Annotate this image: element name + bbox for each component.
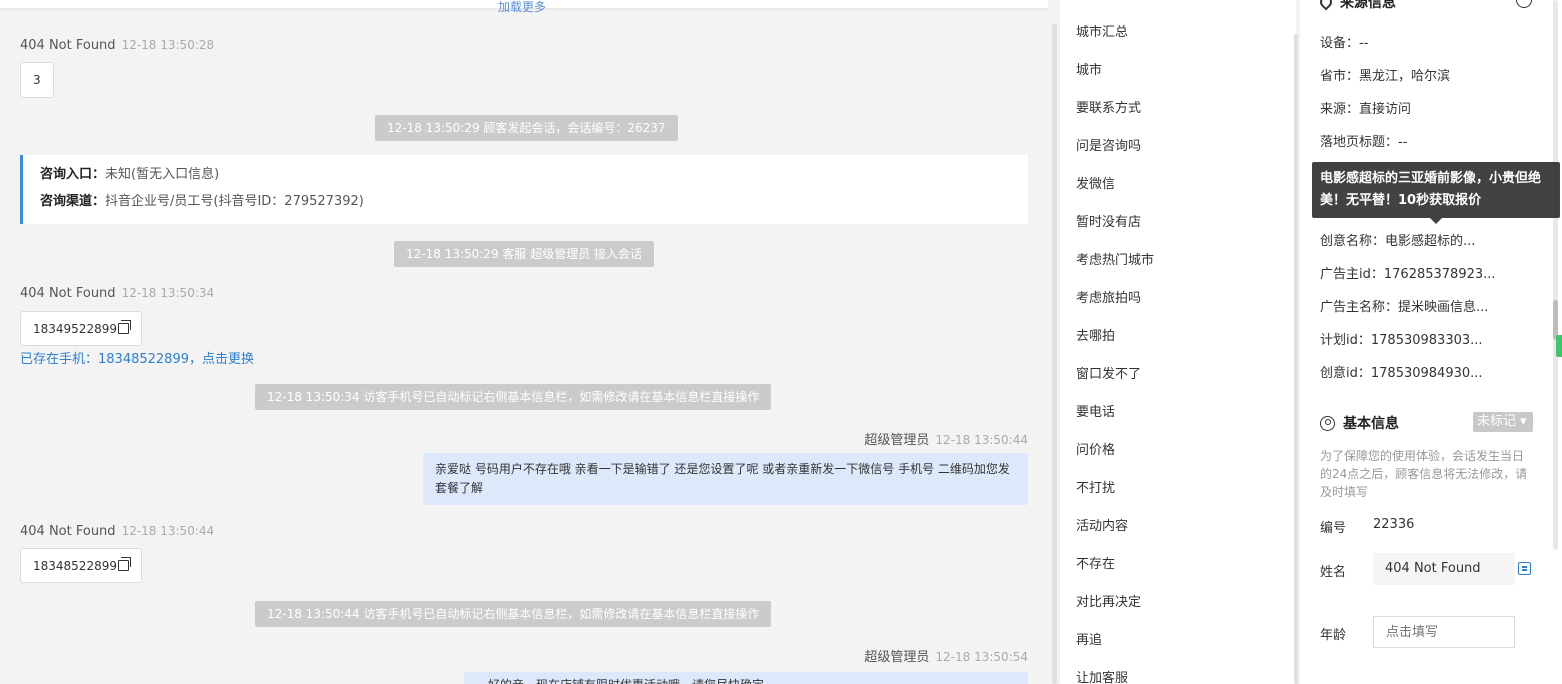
phrase-item[interactable]: 窗口发不了 (1076, 363, 1141, 382)
agent-message: …好的亲，现在店铺有限时优惠活动哦，请您尽快确定… (464, 672, 1028, 684)
creative-name-tooltip: 电影感超标的三亚婚前影像，小贵但绝美！无平替！10秒获取报价 (1312, 162, 1560, 224)
tag-dropdown[interactable]: 未标记 ▾ (1473, 412, 1533, 432)
source-advertiser-id[interactable]: 广告主id：176285378923... (1320, 263, 1496, 282)
channel-value: 抖音企业号/员工号(抖音号ID：279527392) (105, 194, 364, 209)
source-plan-id[interactable]: 计划id：178530983303... (1320, 329, 1483, 348)
info-scrollbar[interactable] (1553, 0, 1558, 550)
message-text: 18348522899 (33, 558, 117, 573)
consult-info-card: 咨询入口：未知(暂无入口信息) 咨询渠道：抖音企业号/员工号(抖音号ID：279… (20, 155, 1028, 224)
sender-name: 超级管理员 (864, 433, 930, 448)
phrase-item[interactable]: 暂时没有店 (1076, 211, 1141, 230)
edit-notice: 为了保障您的使用体验，会话发生当日的24点之后，顾客信息将无法修改，请及时填写 (1320, 449, 1528, 499)
phrase-item[interactable]: 不打扰 (1076, 477, 1115, 496)
message-time: 12-18 13:50:44 (121, 524, 215, 538)
chat-panel: 加载更多 404 Not Found 12-18 13:50:28 3 12-18… (0, 0, 1048, 684)
age-input[interactable] (1373, 616, 1515, 648)
location-pin-icon (1317, 0, 1335, 11)
message-time: 12-18 13:50:34 (121, 286, 215, 300)
load-more-link[interactable]: 加载更多 (498, 0, 546, 15)
message-text: 3 (33, 73, 41, 87)
customer-message: 18349522899 (20, 311, 142, 346)
sender-name: 404 Not Found (20, 524, 116, 539)
system-notice: 12-18 13:50:29 客服 超级管理员 接入会话 (394, 241, 655, 267)
phrase-item[interactable]: 考虑旅拍吗 (1076, 287, 1141, 306)
info-scrollbar-thumb[interactable] (1553, 300, 1558, 340)
phrase-item[interactable]: 活动内容 (1076, 515, 1128, 534)
basic-section-title: 基本信息 (1320, 413, 1399, 433)
message-time: 12-18 13:50:44 (935, 433, 1028, 447)
source-advertiser-name[interactable]: 广告主名称：提米映画信息... (1320, 296, 1488, 315)
phrase-item[interactable]: 城市 (1076, 59, 1102, 78)
message-time: 12-18 13:50:54 (935, 650, 1028, 664)
phrase-item[interactable]: 要联系方式 (1076, 97, 1141, 116)
phrase-item[interactable]: 让加客服 (1076, 667, 1128, 684)
source-landing-title: 落地页标题：-- (1320, 135, 1408, 150)
user-circle-icon (1320, 415, 1335, 431)
phrase-item[interactable]: 考虑热门城市 (1076, 249, 1154, 268)
entry-label: 咨询入口： (40, 167, 106, 182)
phrase-item[interactable]: 发微信 (1076, 173, 1115, 192)
sender-name: 404 Not Found (20, 38, 116, 53)
message-header: 超级管理员 12-18 13:50:54 (864, 646, 1028, 665)
edit-icon[interactable] (1518, 562, 1531, 575)
message-text: 18349522899 (33, 321, 117, 336)
age-label: 年龄 (1320, 628, 1347, 643)
message-header: 404 Not Found 12-18 13:50:34 (20, 286, 214, 301)
phrases-scrollbar[interactable] (1294, 34, 1298, 684)
customer-message: 3 (20, 62, 54, 98)
sender-name: 404 Not Found (20, 286, 116, 301)
entry-value: 未知(暂无入口信息) (105, 167, 220, 182)
copy-icon[interactable] (117, 557, 131, 571)
system-notice: 12-18 13:50:34 访客手机号已自动标记右侧基本信息栏，如需修改请在基… (255, 384, 772, 410)
id-label: 编号 (1320, 521, 1347, 536)
source-province-city: 省市：黑龙江，哈尔滨 (1320, 69, 1451, 84)
phrase-item[interactable]: 要电话 (1076, 401, 1115, 420)
channel-label: 咨询渠道： (40, 194, 106, 209)
phrase-item[interactable]: 去哪拍 (1076, 325, 1115, 344)
source-creative-name[interactable]: 创意名称：电影感超标的... (1320, 230, 1475, 249)
message-header: 404 Not Found 12-18 13:50:44 (20, 524, 214, 539)
quick-phrases-panel: 城市汇总 城市 要联系方式 问是咨询吗 发微信 暂时没有店 考虑热门城市 考虑旅… (1060, 0, 1296, 684)
chat-scrollbar[interactable] (1052, 24, 1057, 684)
sender-name: 超级管理员 (864, 650, 930, 665)
system-notice: 12-18 13:50:29 顾客发起会话，会话编号：26237 (375, 115, 678, 141)
message-time: 12-18 13:50:28 (121, 38, 215, 52)
customer-message: 18348522899 (20, 548, 142, 583)
message-header: 404 Not Found 12-18 13:50:28 (20, 38, 214, 53)
id-value: 22336 (1373, 517, 1415, 532)
phrase-item[interactable]: 问是咨询吗 (1076, 135, 1141, 154)
phrase-item[interactable]: 再追 (1076, 629, 1102, 648)
source-creative-id[interactable]: 创意id：178530984930... (1320, 362, 1483, 381)
message-header: 超级管理员 12-18 13:50:44 (864, 429, 1028, 448)
source-origin: 来源：直接访问 (1320, 102, 1412, 117)
phone-exists-link[interactable]: 已存在手机：18348522899，点击更换 (20, 348, 254, 367)
phrase-item[interactable]: 不存在 (1076, 553, 1115, 572)
phrase-item[interactable]: 城市汇总 (1076, 21, 1128, 40)
system-notice: 12-18 13:50:44 访客手机号已自动标记右侧基本信息栏，如需修改请在基… (255, 601, 772, 627)
phrase-item[interactable]: 问价格 (1076, 439, 1115, 458)
phrase-item[interactable]: 对比再决定 (1076, 591, 1141, 610)
source-device: 设备：-- (1320, 36, 1369, 51)
source-section-title: 来源信息 (1317, 0, 1396, 12)
agent-message: 亲爱哒 号码用户不存在哦 亲看一下是输错了 还是您设置了呢 或者亲重新发一下微信… (423, 453, 1028, 505)
side-handle[interactable] (1556, 335, 1562, 357)
copy-icon[interactable] (117, 320, 131, 334)
name-field[interactable]: 404 Not Found (1373, 553, 1515, 585)
name-label: 姓名 (1320, 565, 1347, 580)
